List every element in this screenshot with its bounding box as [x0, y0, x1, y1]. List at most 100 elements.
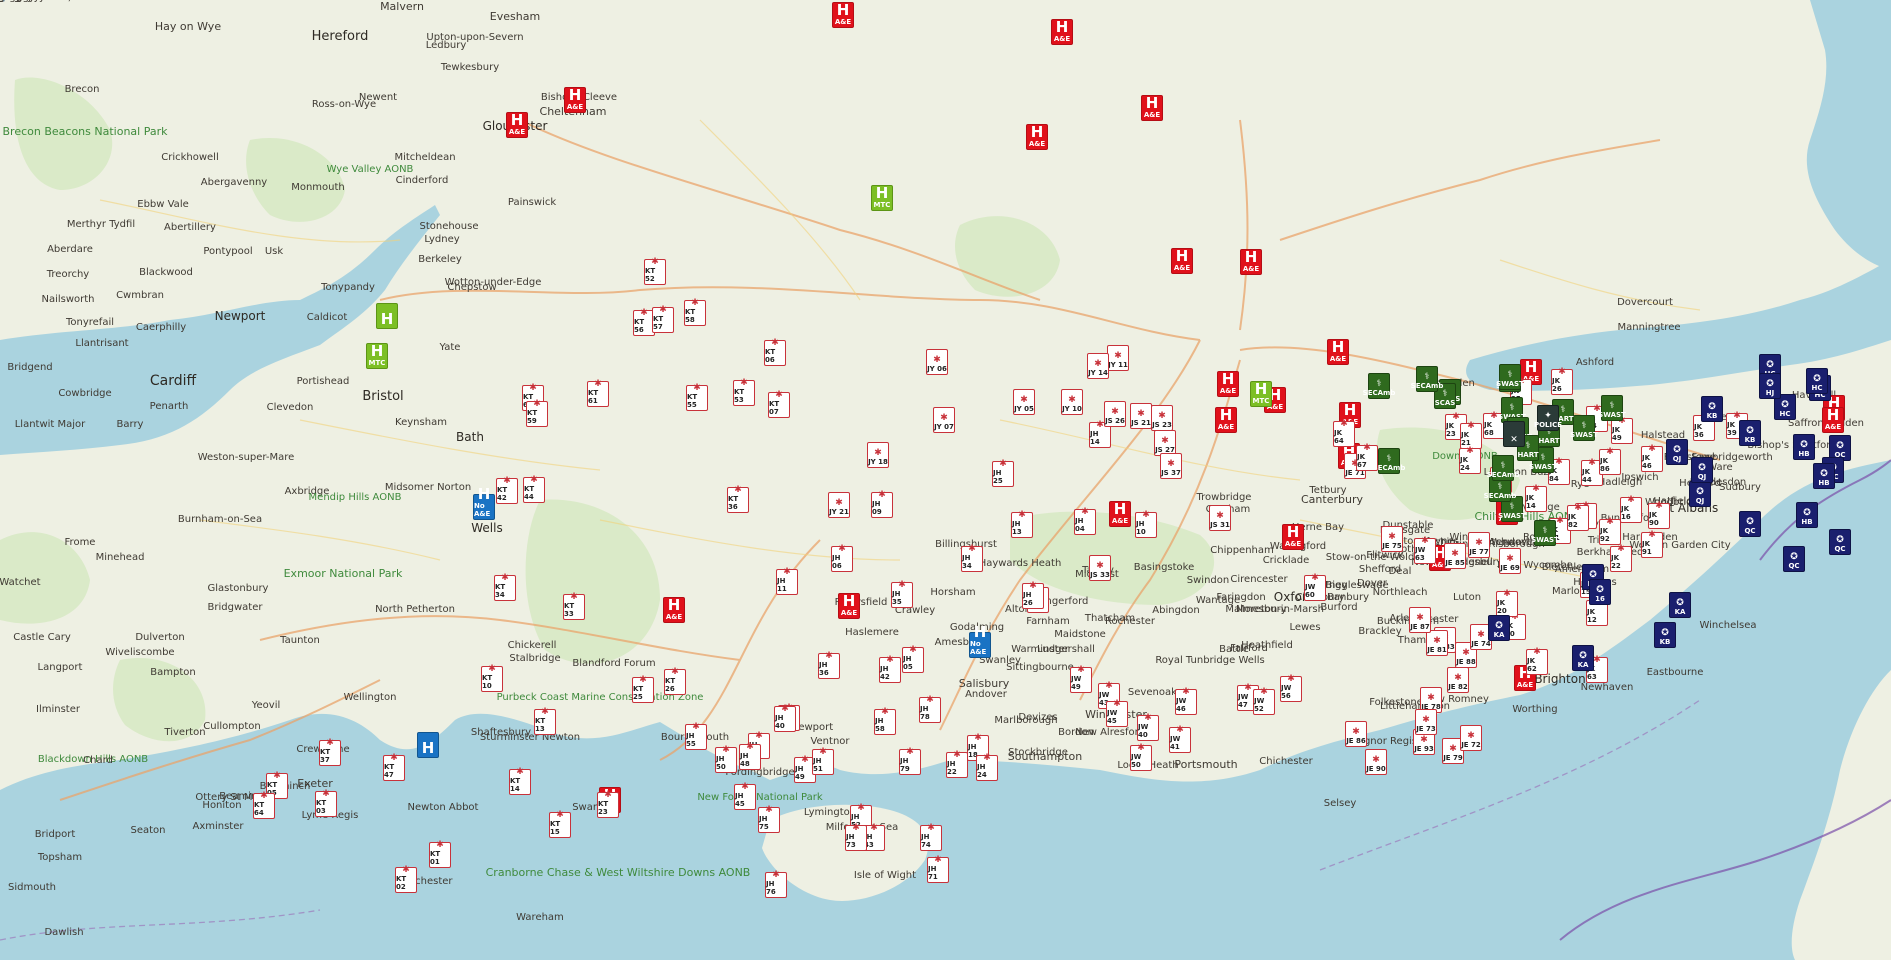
map-marker-white[interactable]: ✱ JH 22	[946, 750, 968, 778]
map-marker-dark[interactable]: ✦ POLICE	[1534, 405, 1562, 431]
map-marker-white[interactable]: ✱ JK 91	[1641, 530, 1663, 558]
map-marker-white[interactable]: ✱ KT 34	[494, 573, 516, 601]
map-marker-white[interactable]: ✱ KT 53	[733, 378, 755, 406]
map-marker-white[interactable]: ✱ JK 26	[1551, 367, 1573, 395]
map-marker-white[interactable]: ✱ JW 40	[1137, 713, 1159, 741]
map-marker-white[interactable]: ✱ JY 18	[867, 442, 889, 468]
map-marker-white[interactable]: ✱ JS 23	[1151, 405, 1173, 431]
map-marker-red[interactable]: HA&E	[1240, 249, 1262, 275]
map-marker-white[interactable]: ✱ JH 05	[902, 645, 924, 673]
map-marker-white[interactable]: ✱ JH 26	[1022, 581, 1044, 609]
map-marker-white[interactable]: ✱ JE 82	[1447, 667, 1469, 693]
map-marker-red[interactable]: HA&E	[1026, 124, 1048, 150]
map-marker-navy[interactable]: ✪KB	[1739, 420, 1761, 446]
map-marker-navy[interactable]: ✪KB	[1654, 622, 1676, 648]
map-marker-white[interactable]: ✱ JW 63	[1414, 536, 1436, 564]
map-marker-white[interactable]: ✱ JY 06	[926, 349, 948, 375]
map-marker-white[interactable]: ✱ JE 87	[1409, 607, 1431, 633]
map-marker-red[interactable]: HA&E	[1171, 248, 1193, 274]
map-marker-navy[interactable]: ✪ QJ	[1666, 439, 1688, 465]
map-marker-green[interactable]: ⚕ SECAmb	[1487, 455, 1519, 481]
map-marker-lime[interactable]: H MTC	[1250, 381, 1272, 407]
map-marker-navy[interactable]: ✪ KA	[1669, 592, 1691, 618]
map-marker-red[interactable]: HA&E	[1327, 339, 1349, 365]
map-marker-white[interactable]: ✱ JH 09	[871, 490, 893, 518]
map-marker-white[interactable]: ✱ KT 14	[509, 767, 531, 795]
map-marker-white[interactable]: ✱ JK 46	[1641, 444, 1663, 472]
map-marker-white[interactable]: ✱ JE 86	[1345, 721, 1367, 747]
map-marker-white[interactable]: ✱ JW 50	[1130, 743, 1152, 771]
map-marker-white[interactable]: ✱ JS 26	[1104, 401, 1126, 427]
map-marker-white[interactable]: ✱ JH 11	[776, 567, 798, 595]
map-marker-white[interactable]: ✱ JH 48	[739, 742, 761, 770]
map-marker-red[interactable]: HA&E	[832, 2, 854, 28]
map-marker-navy[interactable]: ✪ 16	[1589, 579, 1611, 605]
map-marker-white[interactable]: ✱ JH 55	[685, 722, 707, 750]
map-marker-white[interactable]: ✱ KT 23	[597, 790, 619, 818]
map-marker-white[interactable]: ✱ JE 90	[1365, 749, 1387, 775]
map-marker-white[interactable]: ✱ JY 07	[933, 407, 955, 433]
map-marker-white[interactable]: ✱ JK 16	[1620, 495, 1642, 523]
map-marker-white[interactable]: ✱ JH 50	[715, 745, 737, 773]
map-marker-white[interactable]: ✱ KT 37	[319, 738, 341, 766]
map-marker-white[interactable]: ✱ KT 52	[644, 257, 666, 285]
map-marker-red[interactable]: HA&E	[1282, 524, 1304, 550]
map-marker-navy[interactable]: ✪ HB	[1813, 463, 1835, 489]
map-marker-green[interactable]: ⚕ SECAmb	[1373, 448, 1405, 474]
map-marker-green[interactable]: ⚕SWAST	[1496, 364, 1524, 390]
map-marker-red[interactable]: HA&E	[1217, 371, 1239, 397]
map-marker-white[interactable]: ✱ JH 36	[818, 651, 840, 679]
map-marker-white[interactable]: ✱ JH 35	[891, 580, 913, 608]
map-marker-white[interactable]: ✱ JE 69	[1499, 548, 1521, 574]
map-marker-white[interactable]: ✱ JK 82	[1567, 503, 1589, 531]
map-marker-blue[interactable]: H No A&E	[473, 487, 495, 520]
map-marker-white[interactable]: ✱ JK 64	[1333, 419, 1355, 447]
map-marker-white[interactable]: ✱ JY 10	[1061, 389, 1083, 415]
map-marker-white[interactable]: ✱ JW 49	[1070, 665, 1092, 693]
map-marker-navy[interactable]: ✪HC	[1806, 368, 1828, 394]
map-marker-white[interactable]: ✱ JH 75	[758, 805, 780, 833]
map-marker-blue[interactable]: H	[417, 732, 439, 758]
map-marker-red[interactable]: HA&E	[838, 593, 860, 619]
map-marker-white[interactable]: ✱ JH 24	[976, 753, 998, 781]
map-marker-white[interactable]: ✱ KT 58	[684, 298, 706, 326]
map-canvas[interactable]: MalvernEveshamHay on WyeHereford Upton-up…	[0, 0, 1891, 960]
map-marker-red[interactable]: HA&E	[1215, 407, 1237, 433]
map-marker-white[interactable]: ✱ JH 40	[774, 704, 796, 732]
map-marker-white[interactable]: ✱ KT 55	[686, 383, 708, 411]
map-marker-white[interactable]: ✱ JK 86	[1599, 447, 1621, 475]
map-marker-white[interactable]: ✱ JH 42	[879, 655, 901, 683]
map-marker-red[interactable]: HA&E	[564, 87, 586, 113]
map-marker-white[interactable]: ✱ JH 10	[1135, 510, 1157, 538]
map-marker-blue[interactable]: H No A&E	[969, 625, 991, 658]
map-marker-white[interactable]: ✱ KT 07	[768, 390, 790, 418]
map-marker-white[interactable]: ✱ JK 22	[1610, 544, 1632, 572]
map-marker-white[interactable]: ✱ JH 79	[899, 747, 921, 775]
map-marker-red[interactable]: HA&E	[1109, 501, 1131, 527]
map-marker-green[interactable]: ⚕ SECAmb	[1363, 373, 1395, 399]
map-marker-white[interactable]: ✱ JW 60	[1304, 573, 1326, 601]
map-marker-white[interactable]: ✱ KT 64	[253, 791, 275, 819]
map-marker-white[interactable]: ✱ JH 76	[765, 870, 787, 898]
map-marker-white[interactable]: ✱ KT 25	[632, 675, 654, 703]
map-marker-lime[interactable]: H MTC	[366, 343, 388, 369]
map-marker-white[interactable]: ✱ JK 14	[1525, 484, 1547, 512]
map-marker-green[interactable]: ⚕ SECAmb	[1411, 366, 1443, 392]
map-marker-white[interactable]: ✱ JS 37	[1160, 453, 1182, 479]
map-marker-navy[interactable]: ✪ QJ	[1691, 457, 1713, 483]
map-marker-green[interactable]: ⚕SWAST	[1570, 415, 1598, 441]
map-marker-white[interactable]: ✱ JW 46	[1175, 687, 1197, 715]
map-marker-navy[interactable]: ✪ HJ	[1759, 373, 1781, 399]
map-marker-white[interactable]: ✱ KT 47	[383, 753, 405, 781]
map-marker-white[interactable]: ✱ JH 04	[1074, 507, 1096, 535]
map-marker-white[interactable]: ✱ JH 34	[961, 544, 983, 572]
map-marker-white[interactable]: ✱ JY 05	[1013, 389, 1035, 415]
map-marker-green[interactable]: ⚕SWAST	[1598, 395, 1626, 421]
map-marker-white[interactable]: ✱ JH 51	[812, 747, 834, 775]
map-marker-red[interactable]: HA&E	[663, 597, 685, 623]
map-marker-white[interactable]: ✱ KT 44	[523, 475, 545, 503]
map-marker-white[interactable]: ✱ JH 25	[992, 459, 1014, 487]
map-marker-navy[interactable]: ✪ QJ	[1689, 481, 1711, 507]
map-marker-white[interactable]: ✱ KT 06	[764, 338, 786, 366]
map-marker-lime[interactable]: H	[376, 303, 398, 329]
